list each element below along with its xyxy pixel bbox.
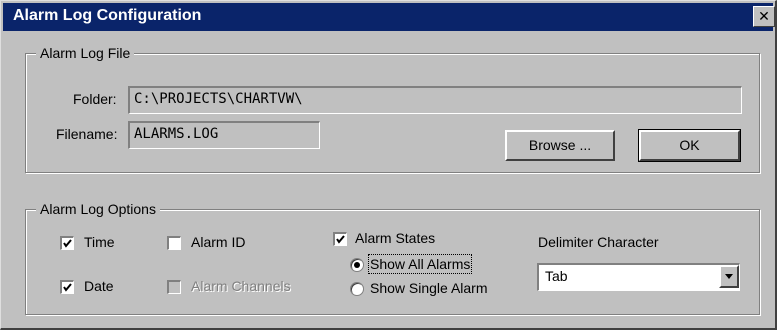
radio-selected-dot — [354, 262, 360, 268]
alarm-log-configuration-dialog: Alarm Log Configuration ✕ Alarm Log File… — [0, 0, 777, 330]
checkmark-icon — [63, 283, 72, 292]
checkmark-icon — [63, 239, 72, 248]
ok-button-label: OK — [679, 137, 700, 153]
checkmark-icon — [336, 235, 345, 244]
alarm-states-label[interactable]: Alarm States — [355, 230, 435, 246]
dropdown-arrow-button[interactable] — [719, 265, 739, 288]
alarm-log-file-group: Alarm Log File Folder: C:\PROJECTS\CHART… — [25, 45, 760, 173]
alarm-log-options-group: Alarm Log Options Time Date Alarm ID Ala… — [25, 201, 760, 315]
show-single-alarm-label[interactable]: Show Single Alarm — [370, 280, 488, 296]
delimiter-character-label: Delimiter Character — [538, 234, 659, 250]
alarm-states-checkbox[interactable] — [333, 232, 347, 246]
date-label[interactable]: Date — [84, 278, 114, 294]
close-icon: ✕ — [758, 8, 770, 24]
folder-label: Folder: — [73, 91, 117, 107]
show-all-alarms-label[interactable]: Show All Alarms — [367, 254, 473, 274]
alarm-id-checkbox[interactable] — [167, 236, 181, 250]
alarm-log-options-legend: Alarm Log Options — [36, 201, 160, 217]
filename-field[interactable]: ALARMS.LOG — [128, 121, 320, 149]
delimiter-select[interactable]: Tab — [537, 263, 740, 291]
time-checkbox[interactable] — [60, 236, 74, 250]
chevron-down-icon — [725, 274, 733, 279]
show-all-alarms-radio[interactable] — [350, 258, 364, 272]
filename-label: Filename: — [56, 126, 118, 142]
title-bar: Alarm Log Configuration ✕ — [3, 3, 775, 31]
time-label[interactable]: Time — [84, 234, 115, 250]
delimiter-selected-value: Tab — [545, 268, 568, 284]
alarm-channels-checkbox — [167, 280, 181, 294]
date-checkbox[interactable] — [60, 280, 74, 294]
show-single-alarm-radio[interactable] — [350, 282, 364, 296]
browse-button[interactable]: Browse ... — [505, 130, 615, 161]
alarm-channels-label: Alarm Channels — [191, 278, 291, 294]
alarm-log-file-legend: Alarm Log File — [36, 45, 135, 61]
close-button[interactable]: ✕ — [753, 6, 775, 27]
folder-field[interactable]: C:\PROJECTS\CHARTVW\ — [128, 86, 742, 114]
window-title: Alarm Log Configuration — [13, 7, 202, 24]
alarm-id-label[interactable]: Alarm ID — [191, 234, 245, 250]
ok-button[interactable]: OK — [638, 129, 741, 162]
browse-button-label: Browse ... — [528, 137, 592, 153]
